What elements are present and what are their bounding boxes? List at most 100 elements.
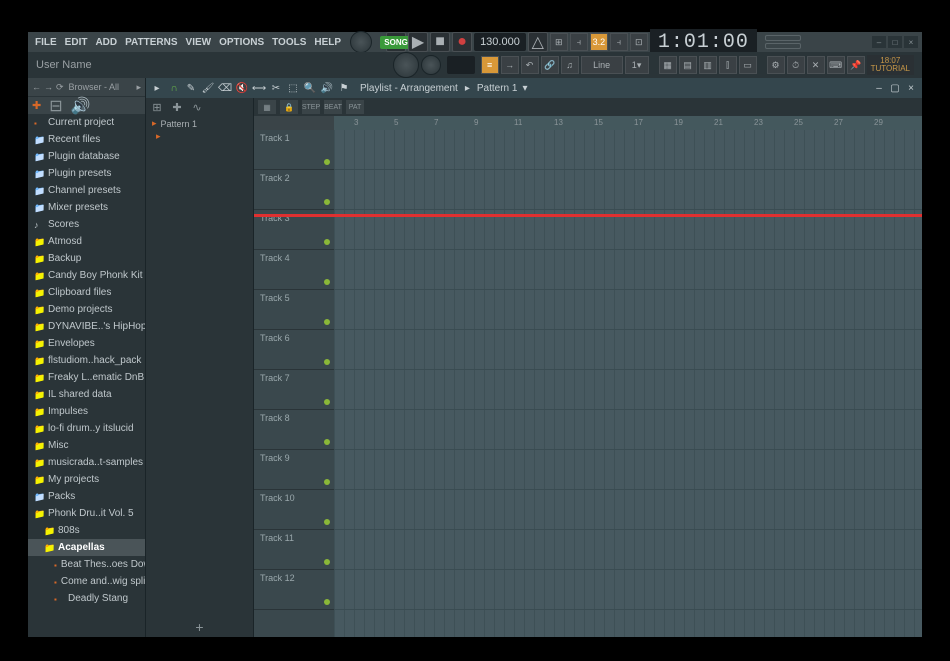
track-header[interactable]: Track 9 [254,450,334,490]
browser-item[interactable]: My projects [28,471,145,488]
stop-button[interactable]: ■ [430,32,450,52]
track-header[interactable]: Track 1 [254,130,334,170]
track-row[interactable] [334,210,922,250]
track-header[interactable]: Track 7 [254,370,334,410]
track-row[interactable] [334,490,922,530]
track-enable-dot[interactable] [324,159,330,165]
browser-item[interactable]: Phonk Dru..it Vol. 5 [28,505,145,522]
track-row[interactable] [334,530,922,570]
pl-flag-icon[interactable]: ⚑ [337,81,351,95]
browser-item[interactable]: Plugin database [28,148,145,165]
track-header[interactable]: Track 12 [254,570,334,610]
track-header[interactable]: Track 2 [254,170,334,210]
browser-list[interactable]: Current projectRecent filesPlugin databa… [28,114,145,637]
track-enable-dot[interactable] [324,439,330,445]
browser-collapse-icon[interactable]: ⊟ [49,96,62,116]
menu-tools[interactable]: TOOLS [269,35,309,50]
browser-item[interactable]: Demo projects [28,301,145,318]
pl-playback-icon[interactable]: 🔊 [320,81,334,95]
track-header[interactable]: Track 3 [254,210,334,250]
track-header[interactable]: Track 11 [254,530,334,570]
browser-expand-icon[interactable]: ▸ [136,82,141,93]
track-row[interactable] [334,290,922,330]
track-enable-dot[interactable] [324,599,330,605]
browser-item[interactable]: Beat Thes..oes Down [28,556,145,573]
browser-item[interactable]: 808s [28,522,145,539]
view-playlist[interactable]: ▦ [659,56,677,74]
tb-pin[interactable]: 📌 [847,56,865,74]
tb-undo[interactable]: ↶ [521,56,539,74]
pl-slip-icon[interactable]: ⟷ [252,81,266,95]
browser-item[interactable]: Channel presets [28,182,145,199]
tb-plugin[interactable]: ⚙ [767,56,785,74]
pl-zoom-icon[interactable]: 🔍 [303,81,317,95]
pl-close-icon[interactable]: × [904,81,918,95]
menu-help[interactable]: HELP [311,35,344,50]
browser-item[interactable]: Recent files [28,131,145,148]
browser-item[interactable]: Current project [28,114,145,131]
browser-add-icon[interactable]: ✚ [32,99,41,112]
track-enable-dot[interactable] [324,319,330,325]
pl-magnet-icon[interactable]: ∩ [167,81,181,95]
track-row[interactable] [334,330,922,370]
browser-forward-icon[interactable]: → [44,82,53,92]
menu-patterns[interactable]: PATTERNS [122,35,180,50]
picker-grid-icon[interactable]: ⊞ [150,100,164,114]
menu-file[interactable]: FILE [32,35,60,50]
snap-2[interactable]: ⫞ [570,33,588,51]
snap-3[interactable]: 3.2 [590,33,608,51]
timeline-ruler[interactable]: 357911131517192123252729 [334,116,922,130]
track-header[interactable]: Track 5 [254,290,334,330]
browser-item[interactable]: Atmosd [28,233,145,250]
browser-item[interactable]: IL shared data [28,386,145,403]
pl-brush-icon[interactable]: 🖌 [201,81,215,95]
track-enable-dot[interactable] [324,519,330,525]
record-button[interactable]: ● [452,32,472,52]
pattern-dropdown-icon[interactable]: ▾ [522,83,527,94]
browser-item[interactable]: lo-fi drum..y itslucid [28,420,145,437]
main-menu-button[interactable] [350,31,372,53]
picker-add-button[interactable]: + [146,617,253,637]
close-button[interactable]: × [904,36,918,48]
picker-wave-icon[interactable]: ∿ [190,100,204,114]
timeline[interactable]: 357911131517192123252729 [254,116,922,130]
track-enable-dot[interactable] [324,399,330,405]
browser-item[interactable]: Packs [28,488,145,505]
pl-maximize-icon[interactable]: ▢ [888,81,902,95]
browser-item[interactable]: DYNAVIBE..'s HipHop [28,318,145,335]
view-mixer[interactable]: ⫿ [719,56,737,74]
tb-snap-select[interactable]: Line [581,56,623,74]
snap-5[interactable]: ⊡ [630,33,648,51]
track-enable-dot[interactable] [324,559,330,565]
tb-close-all[interactable]: ✕ [807,56,825,74]
pl-menu-icon[interactable]: ▸ [150,81,164,95]
tab-lock[interactable]: 🔒 [280,100,298,114]
browser-item[interactable]: flstudiom..hack_pack [28,352,145,369]
track-header[interactable]: Track 10 [254,490,334,530]
knob-2[interactable] [421,55,441,75]
track-grid[interactable] [334,130,922,637]
picker-add-icon[interactable]: ✚ [170,100,184,114]
browser-item[interactable]: musicrada..t-samples [28,454,145,471]
pl-slice-icon[interactable]: ✂ [269,81,283,95]
metronome-button[interactable]: △ [528,32,548,52]
track-row[interactable] [334,130,922,170]
pl-pencil-icon[interactable]: ✎ [184,81,198,95]
browser-item[interactable]: Backup [28,250,145,267]
snap-1[interactable]: ⊞ [550,33,568,51]
pl-erase-icon[interactable]: ⌫ [218,81,232,95]
tempo-display[interactable]: 130.000 [474,33,526,51]
browser-item[interactable]: Clipboard files [28,284,145,301]
track-row[interactable] [334,410,922,450]
browser-audio-icon[interactable]: 🔊 [71,96,91,116]
track-enable-dot[interactable] [324,279,330,285]
tb-num[interactable]: 1 ▾ [625,56,649,74]
menu-options[interactable]: OPTIONS [216,35,267,50]
browser-item[interactable]: Candy Boy Phonk Kit [28,267,145,284]
browser-item[interactable]: Freaky L..ematic DnB [28,369,145,386]
tb-typing-kb[interactable]: ⌨ [827,56,845,74]
browser-item[interactable]: Mixer presets [28,199,145,216]
pl-select-icon[interactable]: ⬚ [286,81,300,95]
play-button[interactable]: ▶ [408,32,428,52]
menu-edit[interactable]: EDIT [62,35,91,50]
